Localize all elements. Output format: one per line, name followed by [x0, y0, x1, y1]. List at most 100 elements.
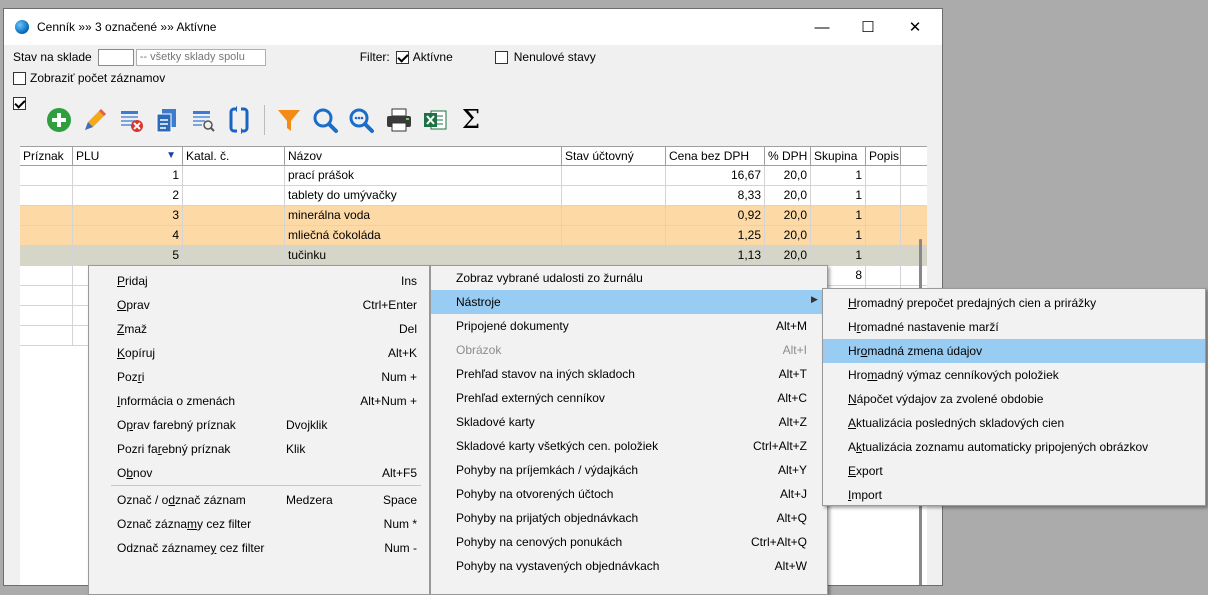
cell-desc[interactable]	[866, 206, 901, 225]
cell-price[interactable]: 1,13	[666, 246, 765, 265]
submenu-item[interactable]: Nápočet výdajov za zvolené obdobie	[823, 387, 1205, 411]
cell-cat[interactable]	[183, 206, 285, 225]
col-header-catalog[interactable]: Katal. č.	[183, 147, 285, 165]
tools-menu-item[interactable]: Pohyby na otvorených účtoch Alt+J	[431, 482, 827, 506]
submenu-item[interactable]: Aktualizácia posledných skladových cien	[823, 411, 1205, 435]
context-menu-item[interactable]: Oprav farebný príznak Dvojklik	[89, 413, 429, 437]
submenu-item[interactable]: Hromadné nastavenie marží	[823, 315, 1205, 339]
cell-flag[interactable]	[20, 226, 73, 245]
tools-menu-item[interactable]: Pohyby na príjemkách / výdajkách Alt+Y	[431, 458, 827, 482]
cell-vat[interactable]: 20,0	[765, 166, 811, 185]
context-menu-item[interactable]: Označ záznamy cez filter Num *	[89, 512, 429, 536]
table-row[interactable]: 4 mliečná čokoláda 1,25 20,0 1	[20, 226, 927, 246]
cell-group[interactable]: 1	[811, 206, 866, 225]
sum-icon[interactable]: Σ	[454, 101, 488, 139]
cell-cat[interactable]	[183, 186, 285, 205]
cell-stock[interactable]	[562, 246, 666, 265]
cell-desc[interactable]	[866, 246, 901, 265]
nonzero-checkbox[interactable]	[494, 50, 508, 64]
context-menu-item[interactable]: Oprav Ctrl+Enter	[89, 293, 429, 317]
preview-icon[interactable]	[186, 101, 220, 139]
col-header-plu[interactable]: PLU ▼	[73, 147, 183, 165]
cell-plu[interactable]: 3	[73, 206, 183, 225]
print-icon[interactable]	[382, 101, 416, 139]
cell-cat[interactable]	[183, 166, 285, 185]
cell-cat[interactable]	[183, 226, 285, 245]
cell-flag[interactable]	[20, 206, 73, 225]
cell-name[interactable]: tablety do umývačky	[285, 186, 562, 205]
cell-group[interactable]: 1	[811, 226, 866, 245]
cell-plu[interactable]: 5	[73, 246, 183, 265]
cell-vat[interactable]: 20,0	[765, 206, 811, 225]
cell-price[interactable]: 1,25	[666, 226, 765, 245]
submenu-item[interactable]: Hromadný prepočet predajných cien a prir…	[823, 291, 1205, 315]
cell-desc[interactable]	[866, 166, 901, 185]
tools-menu-item[interactable]: Skladové karty všetkých cen. položiek Ctr…	[431, 434, 827, 458]
context-menu-item[interactable]: Odznač záznamey cez filter Num -	[89, 536, 429, 560]
table-row[interactable]: 2 tablety do umývačky 8,33 20,0 1	[20, 186, 927, 206]
cell-flag[interactable]	[20, 266, 73, 285]
col-header-vat[interactable]: % DPH	[765, 147, 811, 165]
cell-flag[interactable]	[20, 326, 73, 345]
title-bar[interactable]: Cenník »» 3 označené »» Aktívne — ☐ ✕	[4, 9, 942, 45]
tools-menu-item[interactable]: Prehľad stavov na iných skladoch Alt+T	[431, 362, 827, 386]
submenu-item[interactable]: Aktualizácia zoznamu automaticky pripoje…	[823, 435, 1205, 459]
delete-icon[interactable]	[114, 101, 148, 139]
cell-name[interactable]: mliečná čokoláda	[285, 226, 562, 245]
cell-flag[interactable]	[20, 246, 73, 265]
context-menu-item[interactable]: Označ / odznač záznam Medzera Space	[89, 488, 429, 512]
tools-menu-item[interactable]: Nástroje	[431, 290, 827, 314]
cell-name[interactable]: minerálna voda	[285, 206, 562, 225]
edit-icon[interactable]	[78, 101, 112, 139]
cell-price[interactable]: 0,92	[666, 206, 765, 225]
show-count-checkbox[interactable]	[13, 71, 26, 85]
minimize-button[interactable]: —	[799, 9, 845, 45]
cell-cat[interactable]	[183, 246, 285, 265]
excel-icon[interactable]	[418, 101, 452, 139]
cell-desc[interactable]	[866, 226, 901, 245]
stock-code-input[interactable]	[97, 48, 134, 66]
submenu-item[interactable]: Export	[823, 459, 1205, 483]
cell-plu[interactable]: 1	[73, 166, 183, 185]
cell-price[interactable]: 16,67	[666, 166, 765, 185]
filter-icon[interactable]	[272, 101, 306, 139]
cell-group[interactable]: 1	[811, 186, 866, 205]
tools-menu-item[interactable]: Prehľad externých cenníkov Alt+C	[431, 386, 827, 410]
cell-flag[interactable]	[20, 286, 73, 305]
cell-flag[interactable]	[20, 166, 73, 185]
copy-icon[interactable]	[150, 101, 184, 139]
col-header-flag[interactable]: Príznak	[20, 147, 73, 165]
cell-stock[interactable]	[562, 186, 666, 205]
submenu-item[interactable]: Hromadná zmena údajov	[823, 339, 1205, 363]
tools-menu-item[interactable]: Pripojené dokumenty Alt+M	[431, 314, 827, 338]
col-header-stock[interactable]: Stav účtovný	[562, 147, 666, 165]
cell-stock[interactable]	[562, 166, 666, 185]
cell-desc[interactable]	[866, 186, 901, 205]
context-menu-item[interactable]: Informácia o zmenách Alt+Num +	[89, 389, 429, 413]
stock-combo[interactable]: -- všetky sklady spolu	[135, 48, 266, 66]
cell-name[interactable]: tučinku	[285, 246, 562, 265]
cell-group[interactable]: 1	[811, 246, 866, 265]
table-row[interactable]: 3 minerálna voda 0,92 20,0 1	[20, 206, 927, 226]
cell-vat[interactable]: 20,0	[765, 226, 811, 245]
tools-menu-item[interactable]: Pohyby na prijatých objednávkach Alt+Q	[431, 506, 827, 530]
cell-desc[interactable]	[866, 266, 901, 285]
col-header-desc[interactable]: Popis	[866, 147, 901, 165]
tools-menu-item[interactable]: Skladové karty Alt+Z	[431, 410, 827, 434]
search-more-icon[interactable]	[344, 101, 378, 139]
tools-menu-item[interactable]: Zobraz vybrané udalosti zo žurnálu	[431, 266, 827, 290]
submenu-item[interactable]: Hromadný výmaz cenníkových položiek	[823, 363, 1205, 387]
cell-stock[interactable]	[562, 226, 666, 245]
search-icon[interactable]	[308, 101, 342, 139]
tools-menu-item[interactable]: Obrázok Alt+I	[431, 338, 827, 362]
cell-plu[interactable]: 4	[73, 226, 183, 245]
refresh-icon[interactable]	[222, 101, 256, 139]
context-menu-item[interactable]: Zmaž Del	[89, 317, 429, 341]
table-row[interactable]: 1 prací prášok 16,67 20,0 1	[20, 166, 927, 186]
context-menu-item[interactable]: Obnov Alt+F5	[89, 461, 429, 485]
context-menu-item[interactable]: Kopíruj Alt+K	[89, 341, 429, 365]
col-header-group[interactable]: Skupina	[811, 147, 866, 165]
tools-menu-item[interactable]: Pohyby na vystavených objednávkach Alt+W	[431, 554, 827, 578]
cell-group[interactable]: 1	[811, 166, 866, 185]
close-button[interactable]: ✕	[892, 9, 938, 45]
